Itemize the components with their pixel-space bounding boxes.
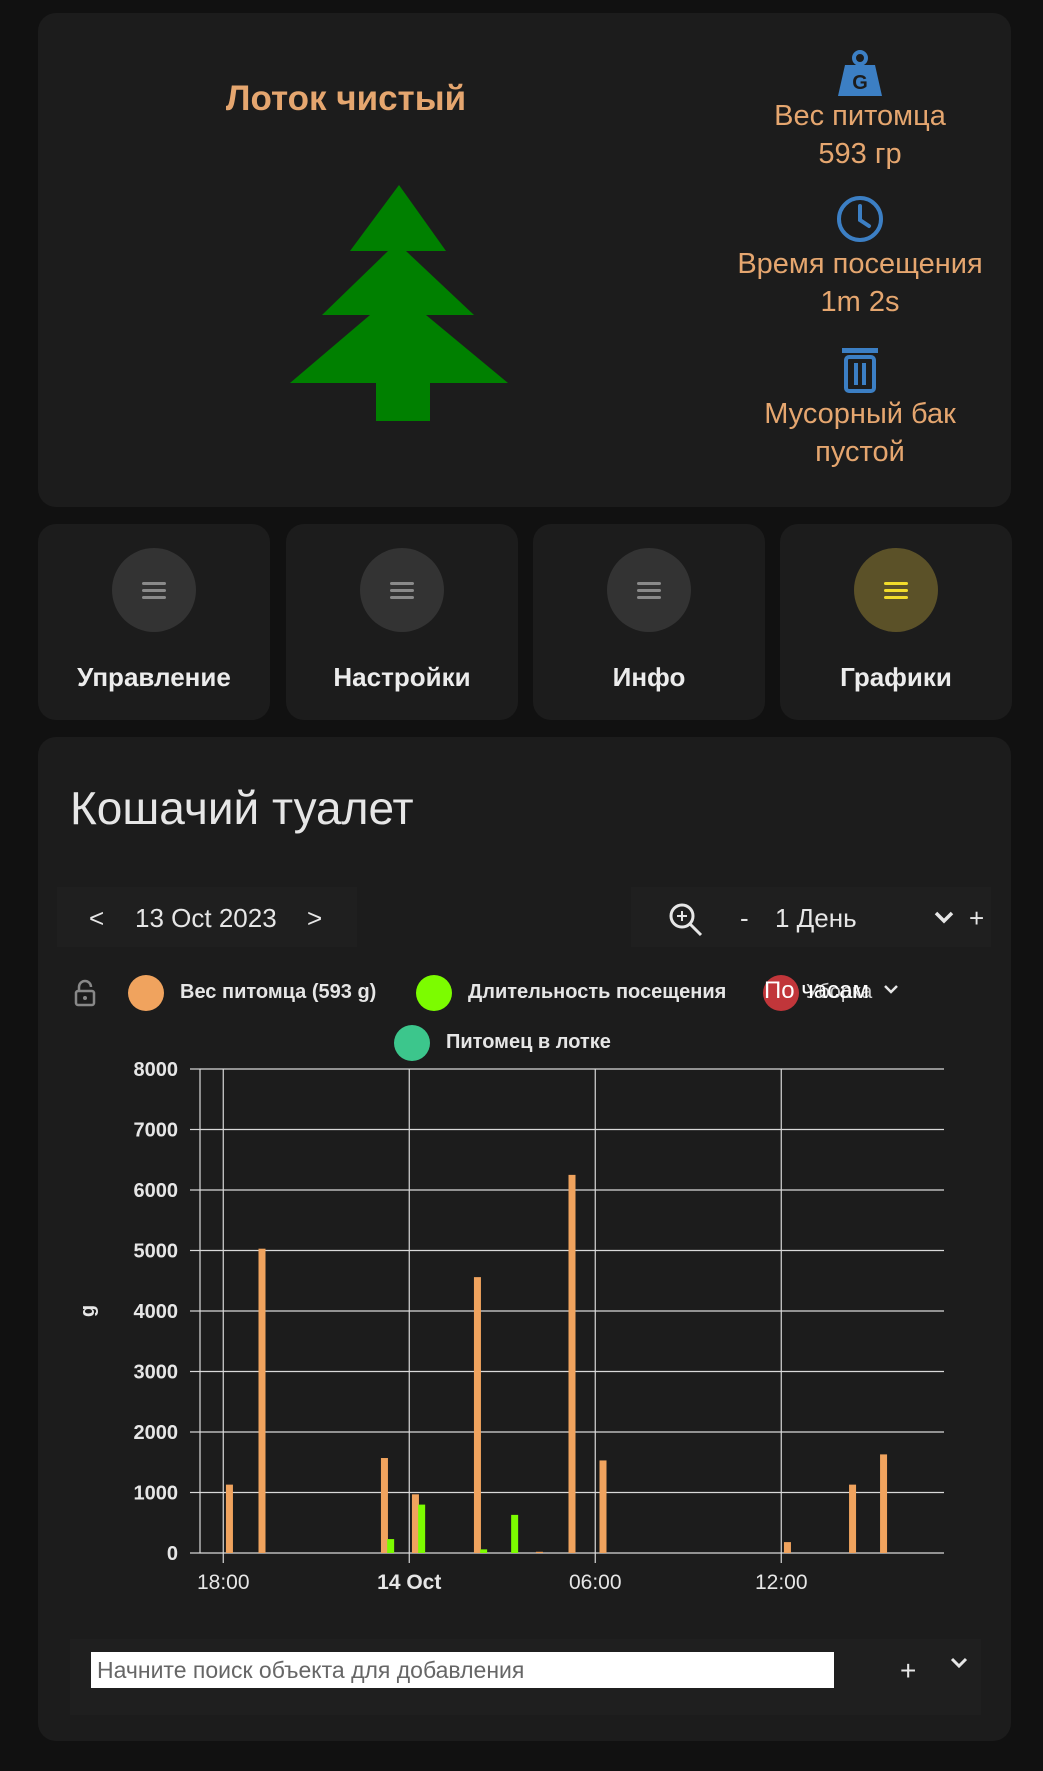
history-card: Кошачий туалет < 13 Oct 2023 > - 1 День … xyxy=(38,737,1011,1741)
zoom-out-button[interactable]: - xyxy=(740,903,749,934)
date-navigator: < 13 Oct 2023 > xyxy=(57,887,357,947)
pet-weight-label: Вес питомца xyxy=(774,100,946,132)
date-next-button[interactable]: > xyxy=(307,903,322,934)
legend-dot-weight[interactable] xyxy=(128,975,164,1011)
zoom-plus-button[interactable]: + xyxy=(969,903,984,934)
x-tick-label: 18:00 xyxy=(197,1571,250,1594)
range-navigator: - 1 День + xyxy=(631,887,991,947)
x-tick-label: 14 Oct xyxy=(377,1571,441,1594)
visit-time-label: Время посещения xyxy=(737,248,983,280)
chevron-down-icon[interactable] xyxy=(934,911,954,925)
tile-info[interactable]: Инфо xyxy=(533,524,765,720)
y-tick-label: 2000 xyxy=(134,1422,179,1444)
weight-bar xyxy=(568,1174,576,1553)
date-label[interactable]: 13 Oct 2023 xyxy=(135,903,277,934)
date-prev-button[interactable]: < xyxy=(89,903,104,934)
weight-bar xyxy=(783,1542,791,1553)
tile-settings[interactable]: Настройки xyxy=(286,524,518,720)
add-entity-button[interactable]: + xyxy=(900,1655,916,1687)
tile-settings-label: Настройки xyxy=(333,662,471,692)
weight-bar xyxy=(599,1460,607,1553)
x-tick-label: 06:00 xyxy=(569,1571,622,1594)
y-tick-label: 7000 xyxy=(134,1120,179,1142)
weight-bar xyxy=(535,1551,543,1553)
chevron-down-icon[interactable] xyxy=(884,985,898,995)
visit-time-value: 1m 2s xyxy=(820,286,900,318)
chart-legend: Вес питомца (593 g) Длительность посещен… xyxy=(38,969,1011,1061)
y-tick-label: 0 xyxy=(167,1543,178,1565)
legend-label-duration[interactable]: Длительность посещения xyxy=(468,981,726,1004)
menu-icon xyxy=(607,548,691,632)
duration-bar xyxy=(387,1539,395,1553)
y-axis-label: g xyxy=(77,1305,99,1317)
y-tick-label: 3000 xyxy=(134,1362,179,1384)
weight-bar xyxy=(849,1484,857,1553)
waste-bin-label: Мусорный бак xyxy=(764,398,956,430)
duration-bar xyxy=(480,1549,488,1553)
pet-weight-stat[interactable]: G Вес питомца 593 гр xyxy=(710,49,1010,173)
tile-control-label: Управление xyxy=(77,662,231,692)
weight-bar xyxy=(880,1454,888,1553)
x-tick-label: 12:00 xyxy=(755,1571,808,1594)
period-select[interactable]: 1 День xyxy=(775,903,857,934)
waste-bin-value: пустой xyxy=(815,436,905,468)
tile-charts-label: Графики xyxy=(840,662,952,692)
hourly-toggle-label[interactable]: По часам xyxy=(764,977,869,1005)
trash-icon xyxy=(842,348,878,393)
weight-bar xyxy=(380,1458,388,1553)
visit-time-stat[interactable]: Время посещения 1m 2s xyxy=(710,193,1010,321)
legend-label-in-tray[interactable]: Питомец в лотке xyxy=(446,1031,611,1054)
weight-bar xyxy=(473,1277,481,1553)
duration-bar xyxy=(418,1504,426,1553)
menu-icon xyxy=(854,548,938,632)
entity-search-input[interactable] xyxy=(91,1652,834,1688)
waste-bin-stat[interactable]: Мусорный бак пустой xyxy=(710,345,1010,471)
history-title: Кошачий туалет xyxy=(70,782,414,834)
tile-info-label: Инфо xyxy=(612,662,686,692)
y-tick-label: 1000 xyxy=(134,1483,179,1505)
status-card: Лоток чистый G Вес питомца 593 гр Время … xyxy=(38,13,1011,507)
y-tick-label: 8000 xyxy=(134,1059,179,1081)
clock-icon xyxy=(837,196,883,242)
weight-bar xyxy=(258,1248,266,1553)
weight-icon: G xyxy=(838,50,882,96)
duration-bar xyxy=(511,1514,519,1553)
zoom-in-icon[interactable] xyxy=(667,901,705,939)
y-tick-label: 5000 xyxy=(134,1241,179,1263)
chevron-down-icon[interactable] xyxy=(950,1657,968,1669)
history-chart[interactable]: 0 1000 2000 3000 4000 5000 6000 7000 8000 g 18:00 1… xyxy=(38,1057,1011,1637)
menu-icon xyxy=(360,548,444,632)
legend-dot-duration[interactable] xyxy=(416,975,452,1011)
legend-label-weight[interactable]: Вес питомца (593 g) xyxy=(180,981,376,1004)
weight-bar xyxy=(411,1494,419,1553)
svg-text:G: G xyxy=(852,72,868,94)
y-tick-label: 6000 xyxy=(134,1180,179,1202)
pet-weight-value: 593 гр xyxy=(818,138,902,170)
tree-icon xyxy=(290,185,508,421)
tile-charts[interactable]: Графики xyxy=(780,524,1012,720)
menu-icon xyxy=(112,548,196,632)
litter-status-title: Лоток чистый xyxy=(225,79,467,118)
legend-dot-in-tray[interactable] xyxy=(394,1025,430,1061)
weight-bar xyxy=(225,1484,233,1553)
entity-search-row: + xyxy=(70,1639,981,1715)
y-tick-label: 4000 xyxy=(134,1301,179,1323)
lock-open-icon[interactable] xyxy=(74,979,96,1007)
tile-control[interactable]: Управление xyxy=(38,524,270,720)
